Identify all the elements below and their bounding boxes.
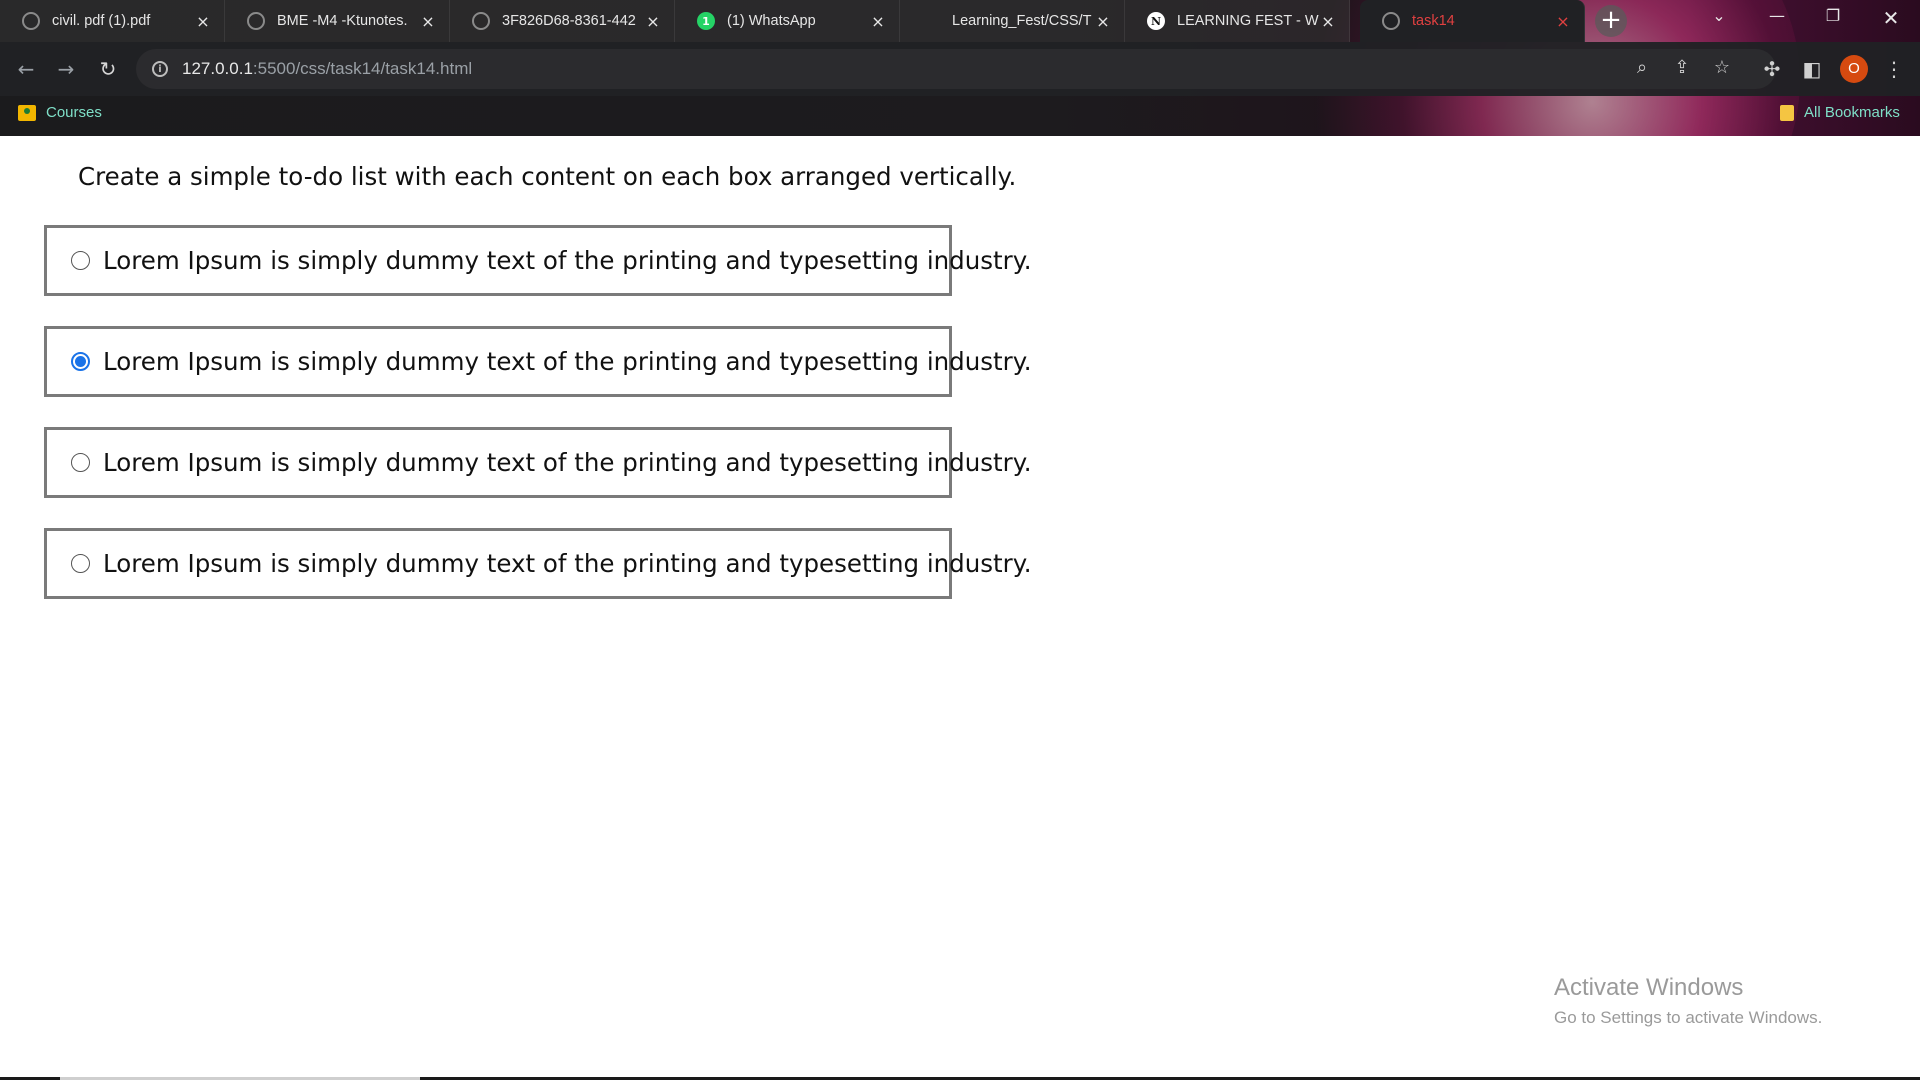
watermark-title: Activate Windows — [1554, 974, 1744, 1001]
todo-text: Lorem Ipsum is simply dummy text of the … — [103, 549, 1032, 578]
share-icon[interactable]: ⇪ — [1670, 57, 1694, 78]
todo-text: Lorem Ipsum is simply dummy text of the … — [103, 448, 1032, 477]
close-icon[interactable]: × — [194, 12, 212, 31]
todo-item[interactable]: Lorem Ipsum is simply dummy text of the … — [44, 427, 1032, 498]
page-title: Create a simple to-do list with each con… — [78, 162, 1017, 191]
bookmarks-bar: Courses All Bookmarks — [0, 96, 1920, 136]
tab-title: civil. pdf (1).pdf — [52, 13, 151, 29]
tab-3f826d68[interactable]: 3F826D68-8361-442 × — [450, 0, 675, 42]
restore-icon[interactable]: ❐ — [1818, 6, 1848, 25]
tab-title: task14 — [1412, 13, 1455, 29]
whatsapp-icon: 1 — [697, 12, 715, 30]
close-window-icon[interactable]: ✕ — [1876, 6, 1906, 30]
tab-civil-pdf[interactable]: civil. pdf (1).pdf × — [0, 0, 225, 42]
menu-icon[interactable]: ⋮ — [1880, 55, 1908, 83]
todo-text: Lorem Ipsum is simply dummy text of the … — [103, 347, 1032, 376]
url-path: :5500/css/task14/task14.html — [252, 59, 473, 78]
close-icon[interactable]: × — [419, 12, 437, 31]
bookmark-star-icon[interactable]: ☆ — [1710, 57, 1734, 78]
profile-avatar[interactable]: O — [1840, 55, 1868, 83]
todo-item[interactable]: Lorem Ipsum is simply dummy text of the … — [44, 225, 1032, 296]
address-bar[interactable]: i 127.0.0.1:5500/css/task14/task14.html … — [136, 49, 1776, 89]
watermark-subtitle: Go to Settings to activate Windows. — [1554, 1008, 1823, 1027]
classroom-icon — [18, 104, 36, 121]
site-info-icon[interactable]: i — [152, 61, 168, 77]
tab-learning-fest-notion[interactable]: N LEARNING FEST - W × — [1125, 0, 1350, 42]
close-icon[interactable]: × — [869, 12, 887, 31]
github-icon — [922, 12, 940, 30]
browser-toolbar: ← → ↻ i 127.0.0.1:5500/css/task14/task14… — [0, 42, 1920, 96]
close-icon[interactable]: × — [1094, 12, 1112, 31]
zoom-icon[interactable]: ⌕ — [1630, 57, 1654, 78]
todo-radio[interactable] — [71, 453, 90, 472]
all-bookmarks[interactable]: All Bookmarks — [1780, 104, 1900, 121]
tab-title: BME -M4 -Ktunotes. — [277, 13, 408, 29]
side-panel-icon[interactable]: ◧ — [1798, 55, 1826, 83]
todo-text: Lorem Ipsum is simply dummy text of the … — [103, 246, 1032, 275]
forward-icon[interactable]: → — [52, 55, 80, 83]
bookmark-courses[interactable]: Courses — [18, 104, 102, 121]
todo-item[interactable]: Lorem Ipsum is simply dummy text of the … — [44, 326, 1032, 397]
todo-item[interactable]: Lorem Ipsum is simply dummy text of the … — [44, 528, 1032, 599]
globe-icon — [472, 12, 490, 30]
todo-radio[interactable] — [71, 554, 90, 573]
minimize-icon[interactable]: — — [1762, 6, 1792, 25]
globe-icon — [247, 12, 265, 30]
extensions-icon[interactable]: ✣ — [1758, 55, 1786, 83]
todo-radio[interactable] — [71, 251, 90, 270]
globe-icon — [22, 12, 40, 30]
tab-title: Learning_Fest/CSS/T — [952, 13, 1092, 29]
new-tab-button[interactable]: + — [1595, 5, 1627, 37]
url-host: 127.0.0.1 — [182, 59, 253, 78]
notion-icon: N — [1147, 12, 1165, 30]
tab-title: 3F826D68-8361-442 — [502, 13, 636, 29]
folder-icon — [1780, 104, 1794, 121]
tab-task14[interactable]: task14 × — [1360, 0, 1585, 42]
globe-icon — [1382, 12, 1400, 30]
close-icon[interactable]: × — [1554, 12, 1572, 31]
tab-bme-ktunotes[interactable]: BME -M4 -Ktunotes. × — [225, 0, 450, 42]
reload-icon[interactable]: ↻ — [94, 55, 122, 83]
close-icon[interactable]: × — [1319, 12, 1337, 31]
tab-strip: civil. pdf (1).pdf × BME -M4 -Ktunotes. … — [0, 0, 1920, 42]
tab-search-chevron-icon[interactable]: ⌄ — [1704, 6, 1734, 25]
tab-title: (1) WhatsApp — [727, 13, 816, 29]
tab-learning-fest-css[interactable]: Learning_Fest/CSS/T × — [900, 0, 1125, 42]
page-content: Create a simple to-do list with each con… — [0, 136, 1920, 1080]
tab-whatsapp[interactable]: 1 (1) WhatsApp × — [675, 0, 900, 42]
activate-windows-watermark: Activate Windows Go to Settings to activ… — [1554, 974, 1822, 1028]
todo-list: Lorem Ipsum is simply dummy text of the … — [44, 225, 1032, 629]
back-icon[interactable]: ← — [12, 55, 40, 83]
todo-radio[interactable] — [71, 352, 90, 371]
browser-chrome: civil. pdf (1).pdf × BME -M4 -Ktunotes. … — [0, 0, 1920, 136]
bookmark-label: Courses — [46, 104, 102, 121]
close-icon[interactable]: × — [644, 12, 662, 31]
tab-title: LEARNING FEST - W — [1177, 13, 1319, 29]
bookmark-label: All Bookmarks — [1804, 104, 1900, 121]
